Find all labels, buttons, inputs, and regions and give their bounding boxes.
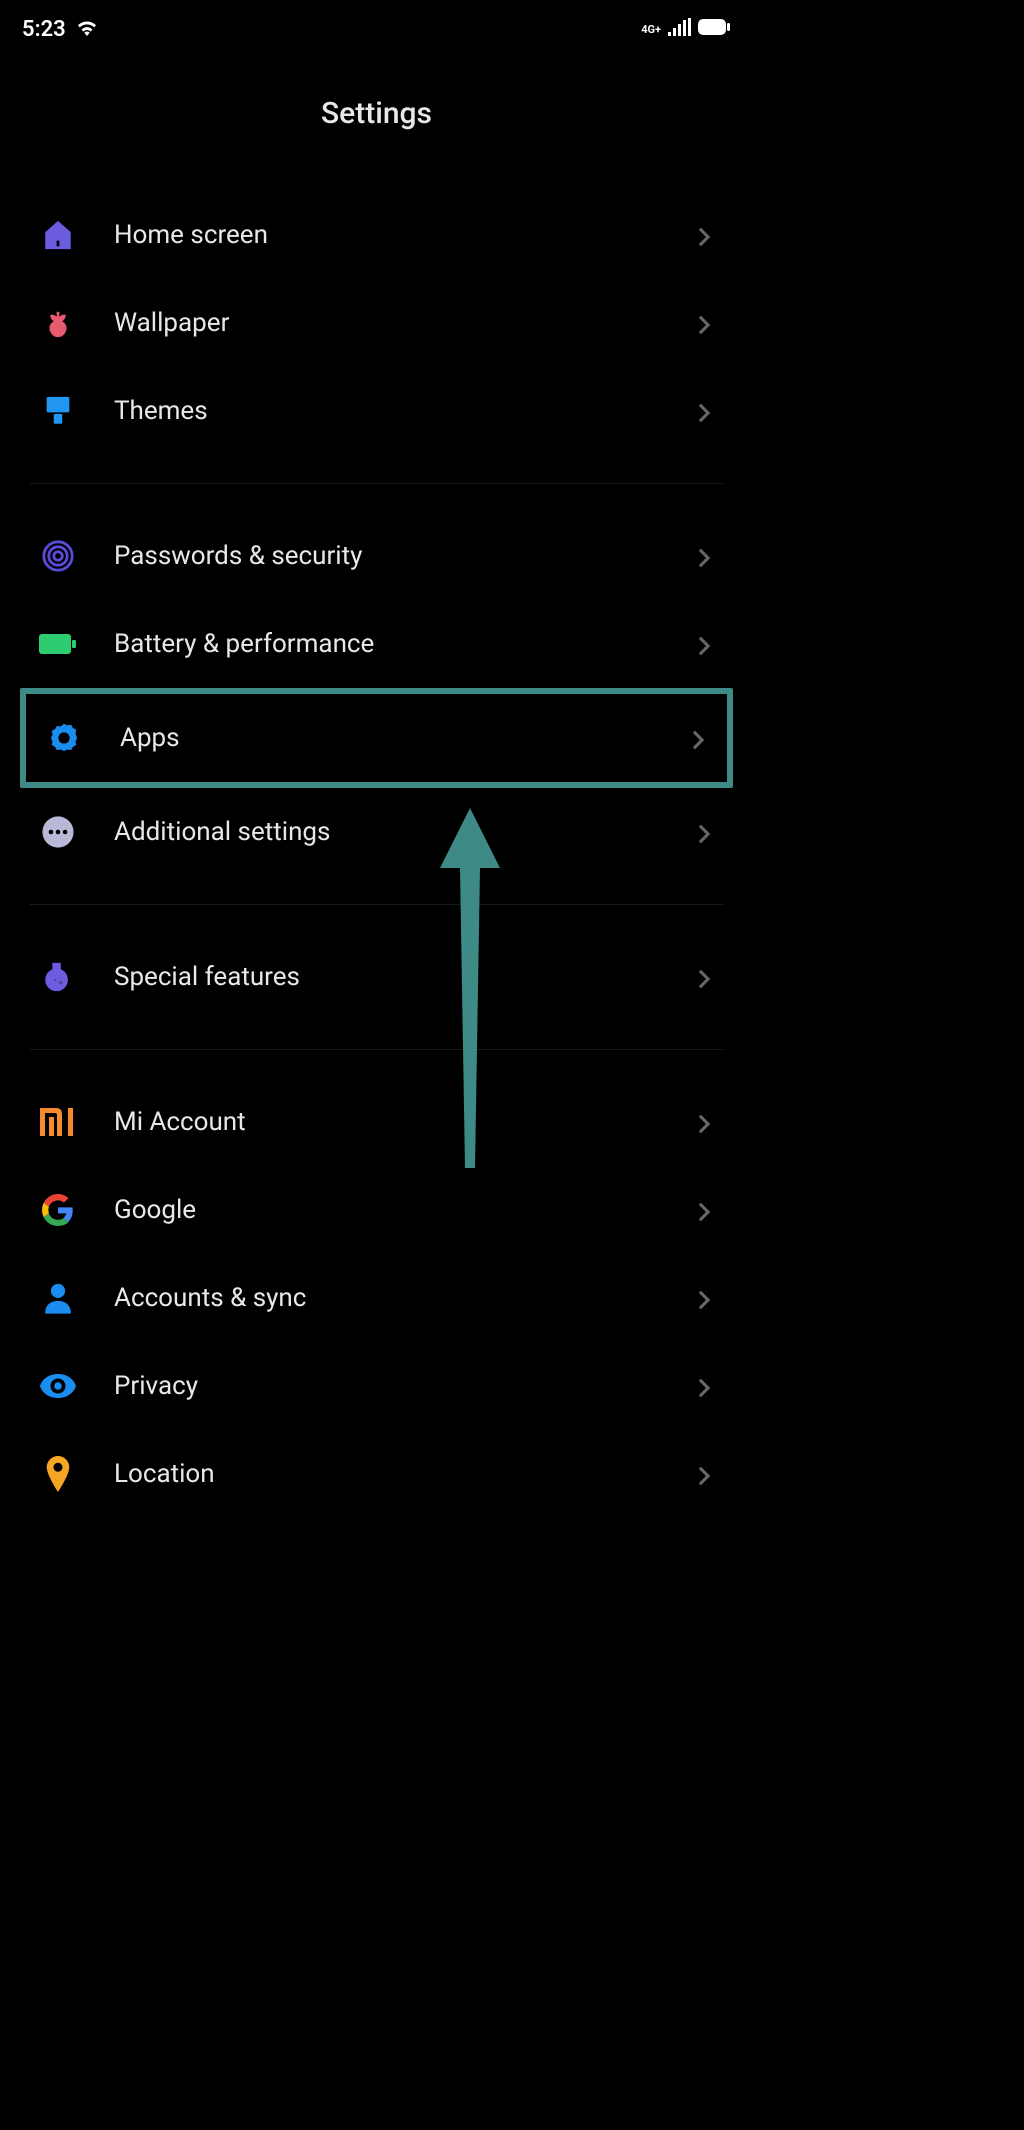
signal-icon [667,17,691,42]
divider [30,483,723,484]
eye-icon [38,1366,78,1406]
chevron-right-icon [697,547,715,565]
annotation-highlight-apps: Apps [20,688,733,788]
status-time: 5:23 [22,17,66,42]
settings-item-battery-performance[interactable]: Battery & performance [30,600,723,688]
pin-icon [38,1454,78,1494]
settings-item-privacy[interactable]: Privacy [30,1342,723,1430]
more-icon [38,812,78,852]
settings-item-label: Themes [114,396,661,426]
settings-item-wallpaper[interactable]: Wallpaper [30,279,723,367]
settings-item-location[interactable]: Location [30,1430,723,1518]
settings-item-additional-settings[interactable]: Additional settings [30,788,723,876]
settings-item-label: Wallpaper [114,308,661,338]
battery-icon [697,17,731,42]
chevron-right-icon [697,314,715,332]
chevron-right-icon [697,1465,715,1483]
divider [30,904,723,905]
settings-item-passwords-security[interactable]: Passwords & security [30,512,723,600]
settings-item-mi-account[interactable]: Mi Account [30,1078,723,1166]
settings-item-google[interactable]: Google [30,1166,723,1254]
battery-icon [38,624,78,664]
settings-group-accounts: Mi Account Google Accounts & sync [0,1078,753,1518]
chevron-right-icon [697,823,715,841]
settings-item-label: Location [114,1459,661,1489]
chevron-right-icon [697,1377,715,1395]
status-bar: 5:23 4G+ [0,0,753,48]
mi-logo-icon [38,1102,78,1142]
settings-item-accounts-sync[interactable]: Accounts & sync [30,1254,723,1342]
settings-item-special-features[interactable]: Special features [30,933,723,1021]
settings-item-label: Special features [114,962,661,992]
chevron-right-icon [697,226,715,244]
chevron-right-icon [697,1113,715,1131]
chevron-right-icon [697,1289,715,1307]
settings-item-label: Additional settings [114,817,661,847]
settings-group-display: Home screen Wallpaper Themes [0,191,753,455]
settings-item-label: Privacy [114,1371,661,1401]
settings-item-label: Battery & performance [114,629,661,659]
fingerprint-icon [38,536,78,576]
settings-item-label: Passwords & security [114,541,661,571]
google-icon [38,1190,78,1230]
themes-icon [38,391,78,431]
settings-item-themes[interactable]: Themes [30,367,723,455]
chevron-right-icon [697,1201,715,1219]
gear-icon [44,718,84,758]
settings-group-system: Passwords & security Battery & performan… [0,512,753,876]
wifi-icon [76,17,98,42]
settings-item-label: Accounts & sync [114,1283,661,1313]
page-title: Settings [0,48,753,191]
chevron-right-icon [697,968,715,986]
settings-group-features: Special features [0,933,753,1021]
user-icon [38,1278,78,1318]
chevron-right-icon [697,402,715,420]
settings-item-label: Apps [120,723,655,753]
settings-item-apps[interactable]: Apps [26,694,727,782]
settings-item-label: Google [114,1195,661,1225]
network-label: 4G+ [641,23,661,36]
settings-item-label: Mi Account [114,1107,661,1137]
flask-icon [38,957,78,997]
home-icon [38,215,78,255]
chevron-right-icon [697,635,715,653]
wallpaper-icon [38,303,78,343]
divider [30,1049,723,1050]
settings-item-home-screen[interactable]: Home screen [30,191,723,279]
settings-item-label: Home screen [114,220,661,250]
chevron-right-icon [691,729,709,747]
